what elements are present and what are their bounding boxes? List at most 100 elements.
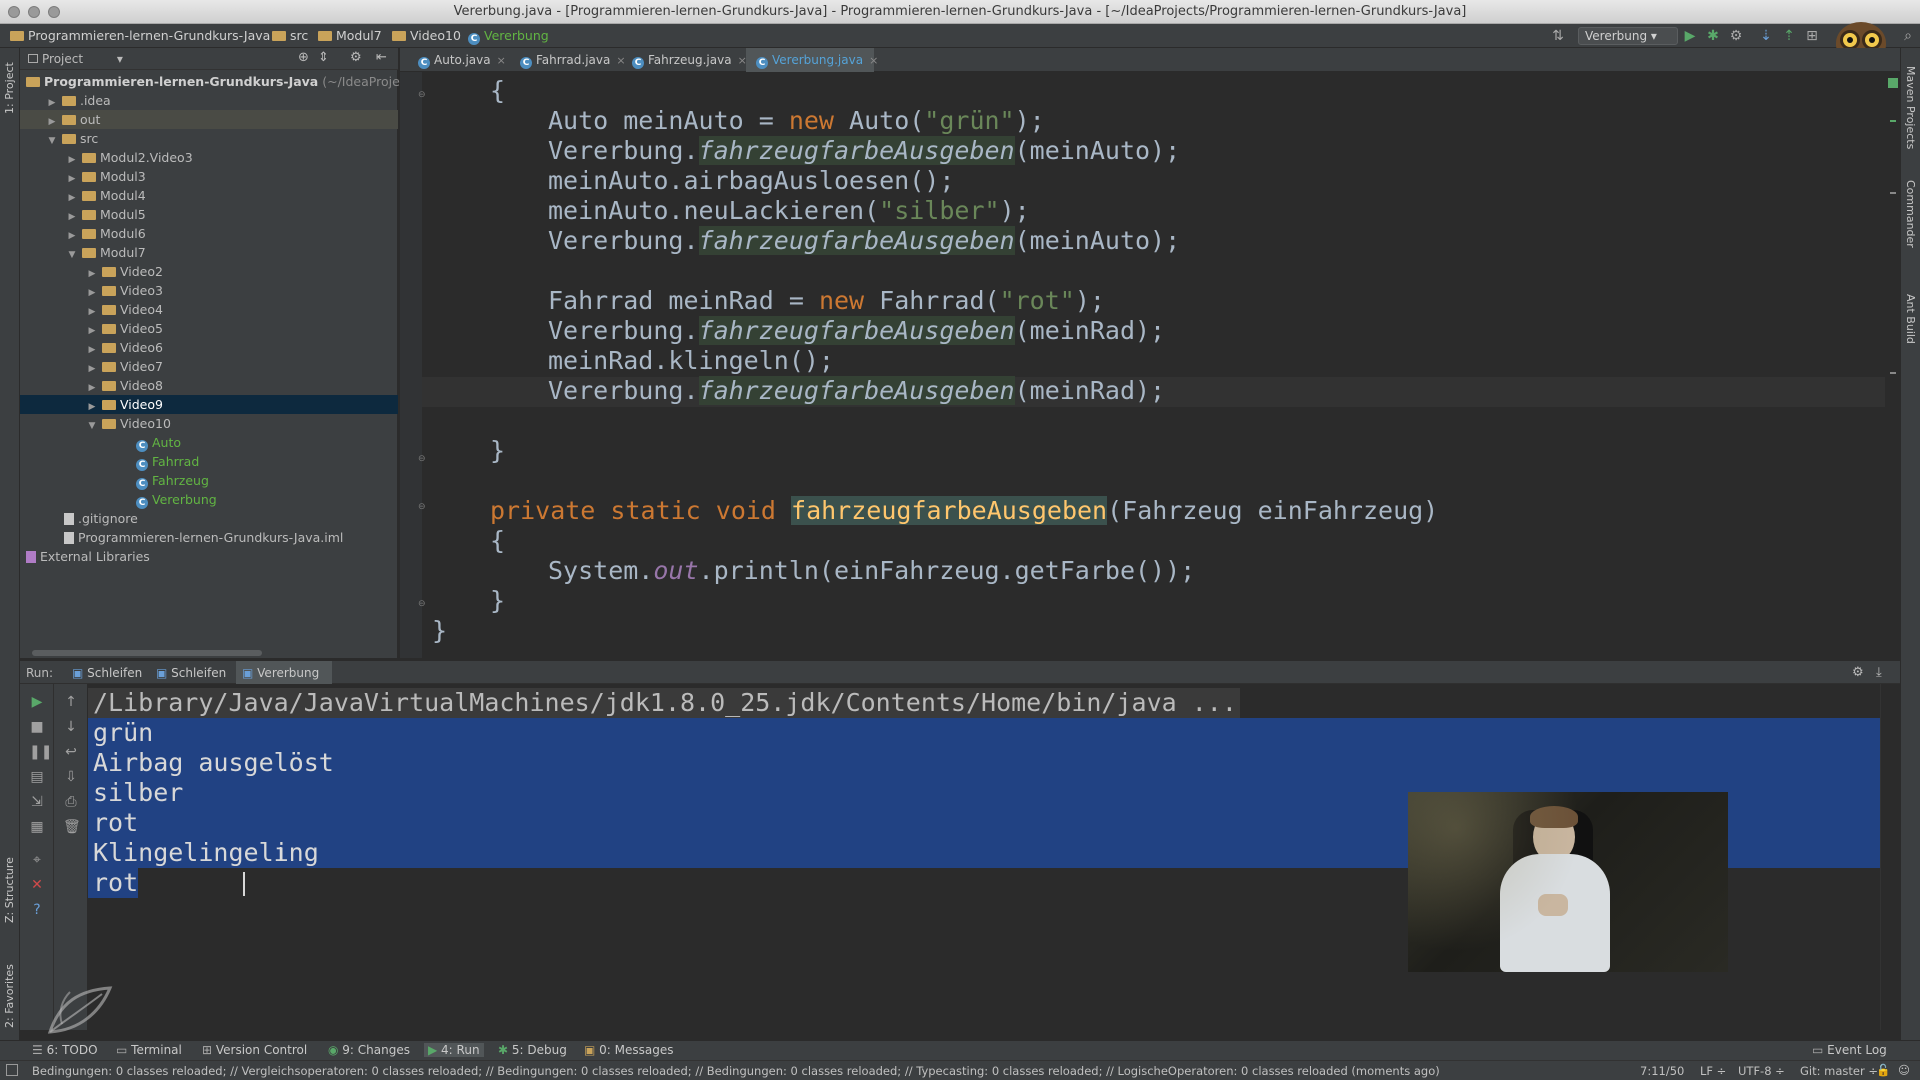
project-tool-tab[interactable]: 1: Project <box>3 54 16 114</box>
tree-item-src[interactable]: ▼ src <box>20 129 398 148</box>
tree-item-video5[interactable]: ▶ Video5 <box>20 319 398 338</box>
tab-vererbung-java[interactable]: C Vererbung.java × <box>746 48 878 72</box>
tree-item-video10[interactable]: ▼ Video10 <box>20 414 398 433</box>
tree-item-video6[interactable]: ▶ Video6 <box>20 338 398 357</box>
close-tab-icon[interactable]: × <box>869 54 878 67</box>
caret-position[interactable]: 7:11/50 <box>1640 1064 1684 1078</box>
tree-item-modul3[interactable]: ▶ Modul3 <box>20 167 398 186</box>
dump-threads-icon[interactable]: ▤ <box>29 769 45 785</box>
tree-item-fahrzeug[interactable]: C Fahrzeug <box>20 471 398 490</box>
console-scrollbar[interactable] <box>1880 684 1900 1030</box>
close-tab-icon[interactable]: × <box>497 54 506 67</box>
arrow-up-icon[interactable]: ↑ <box>63 694 79 710</box>
tab-changes[interactable]: ◉ 9: Changes <box>328 1043 410 1057</box>
file-encoding[interactable]: UTF-8 ÷ <box>1738 1064 1785 1078</box>
soft-wrap-icon[interactable]: ↩ <box>63 744 79 760</box>
tree-item-vererbung[interactable]: C Vererbung <box>20 490 398 509</box>
run-icon[interactable]: ▶ <box>1682 28 1698 44</box>
run-configuration-select[interactable]: Vererbung ▾ <box>1578 27 1678 45</box>
error-stripe[interactable] <box>1886 72 1900 658</box>
fold-icon[interactable]: ⊖ <box>418 599 426 609</box>
tab-fahrzeug-java[interactable]: C Fahrzeug.java × <box>622 48 747 72</box>
tab-debug[interactable]: ✱ 5: Debug <box>498 1043 567 1057</box>
tree-item-idea[interactable]: ▶ .idea <box>20 91 398 110</box>
settings-icon[interactable]: ⊞ <box>1804 28 1820 44</box>
run-tab-vererbung[interactable]: ▣ Vererbung <box>236 661 332 685</box>
tree-item-modul5[interactable]: ▶ Modul5 <box>20 205 398 224</box>
scroll-to-end-icon[interactable]: ⇩ <box>63 769 79 785</box>
vcs-commit-icon[interactable]: ⇡ <box>1781 28 1797 44</box>
tree-item-modul6[interactable]: ▶ Modul6 <box>20 224 398 243</box>
search-icon[interactable]: ⌕ <box>1900 28 1916 44</box>
tab-terminal[interactable]: ▭ Terminal <box>116 1043 182 1057</box>
tree-item-video8[interactable]: ▶ Video8 <box>20 376 398 395</box>
trash-icon[interactable]: 🗑 <box>63 819 81 835</box>
breadcrumb-modul7[interactable]: Modul7 <box>318 28 382 43</box>
fold-icon[interactable]: ⊖ <box>418 502 426 512</box>
breadcrumb-project[interactable]: Programmieren-lernen-Grundkurs-Java <box>10 28 270 43</box>
tree-item-video2[interactable]: ▶ Video2 <box>20 262 398 281</box>
tree-item-video9[interactable]: ▶ Video9 <box>20 395 398 414</box>
close-icon[interactable]: ✕ <box>29 877 45 893</box>
hide-panel-icon[interactable]: ⤓ <box>1876 665 1882 680</box>
project-scrollbar[interactable] <box>32 650 262 656</box>
rerun-icon[interactable]: ▶ <box>29 694 45 710</box>
inspector-icon[interactable]: ☺ <box>1898 1063 1910 1077</box>
gear-icon[interactable]: ⚙ <box>350 50 362 65</box>
run-tab-schleifen-2[interactable]: ▣ Schleifen <box>150 661 236 685</box>
help-icon[interactable]: ? <box>29 902 45 918</box>
arrow-down-icon[interactable]: ↓ <box>63 719 79 735</box>
exit-icon[interactable]: ⇲ <box>29 794 45 810</box>
vcs-update-icon[interactable]: ⇣ <box>1758 28 1774 44</box>
tab-event-log[interactable]: ▭ Event Log <box>1812 1043 1887 1057</box>
tree-item-auto[interactable]: C Auto <box>20 433 398 452</box>
tree-item-modul7[interactable]: ▼ Modul7 <box>20 243 398 262</box>
tab-auto-java[interactable]: C Auto.java × <box>408 48 506 72</box>
breadcrumb-src[interactable]: src <box>272 28 308 43</box>
tree-item-video4[interactable]: ▶ Video4 <box>20 300 398 319</box>
tool-windows-icon[interactable] <box>6 1064 18 1076</box>
breadcrumb-video10[interactable]: Video10 <box>392 28 461 43</box>
tab-fahrrad-java[interactable]: C Fahrrad.java × <box>510 48 626 72</box>
ant-build-tab[interactable]: Ant Build <box>1904 294 1917 344</box>
structure-tool-tab[interactable]: Z: Structure <box>3 843 16 923</box>
collapse-icon[interactable]: ⇕ <box>318 50 329 65</box>
tree-item-gitignore[interactable]: .gitignore <box>20 509 398 528</box>
lock-icon[interactable]: 🔓 <box>1876 1063 1890 1077</box>
tree-item-programmieren-lernen-grundkurs-java-iml[interactable]: Programmieren-lernen-Grundkurs-Java.iml <box>20 528 398 547</box>
tab-run[interactable]: ▶ 4: Run <box>424 1043 484 1057</box>
tree-item-out[interactable]: ▶ out <box>20 110 398 129</box>
status-message[interactable]: Bedingungen: 0 classes reloaded; // Verg… <box>32 1064 1440 1078</box>
tab-todo[interactable]: ☰ 6: TODO <box>32 1043 98 1057</box>
fold-icon[interactable]: ⊖ <box>418 90 426 100</box>
hide-panel-icon[interactable]: ⇤ <box>376 50 387 65</box>
commander-tab[interactable]: Commander <box>1904 180 1917 248</box>
debug-icon[interactable]: ✱ <box>1705 28 1721 44</box>
maven-projects-tab[interactable]: Maven Projects <box>1904 66 1917 149</box>
fold-icon[interactable]: ⊖ <box>418 454 426 464</box>
tree-item-modul2-video3[interactable]: ▶ Modul2.Video3 <box>20 148 398 167</box>
tab-version-control[interactable]: ⊞ Version Control <box>202 1043 307 1057</box>
print-icon[interactable]: ⎙ <box>63 794 79 810</box>
run-tab-schleifen-1[interactable]: ▣ Schleifen <box>66 661 150 685</box>
favorites-tool-tab[interactable]: 2: Favorites <box>3 948 16 1028</box>
tree-item-fahrrad[interactable]: C Fahrrad <box>20 452 398 471</box>
git-branch[interactable]: Git: master ÷ <box>1800 1064 1878 1078</box>
tree-item-video7[interactable]: ▶ Video7 <box>20 357 398 376</box>
pause-icon[interactable]: ❚❚ <box>29 744 52 760</box>
project-structure-icon[interactable]: ⇅ <box>1550 28 1566 44</box>
gear-icon[interactable]: ⚙ <box>1852 665 1864 680</box>
tree-item-external-libraries[interactable]: External Libraries <box>20 547 398 566</box>
locate-icon[interactable]: ⊕ <box>298 50 309 65</box>
coverage-icon[interactable]: ⚙ <box>1728 28 1744 44</box>
tree-item-modul4[interactable]: ▶ Modul4 <box>20 186 398 205</box>
pin-icon[interactable]: ⌖ <box>29 852 45 868</box>
tree-item-video3[interactable]: ▶ Video3 <box>20 281 398 300</box>
tab-messages[interactable]: ▣ 0: Messages <box>584 1043 674 1057</box>
line-separator[interactable]: LF ÷ <box>1700 1064 1726 1078</box>
tree-root[interactable]: Programmieren-lernen-Grundkurs-Java (~/I… <box>20 72 435 91</box>
project-view-select[interactable]: Project ▾ <box>28 52 123 66</box>
breadcrumb-vererbung[interactable]: C Vererbung <box>468 28 549 45</box>
stop-icon[interactable]: ■ <box>29 719 45 735</box>
restore-layout-icon[interactable]: ▦ <box>29 819 45 835</box>
